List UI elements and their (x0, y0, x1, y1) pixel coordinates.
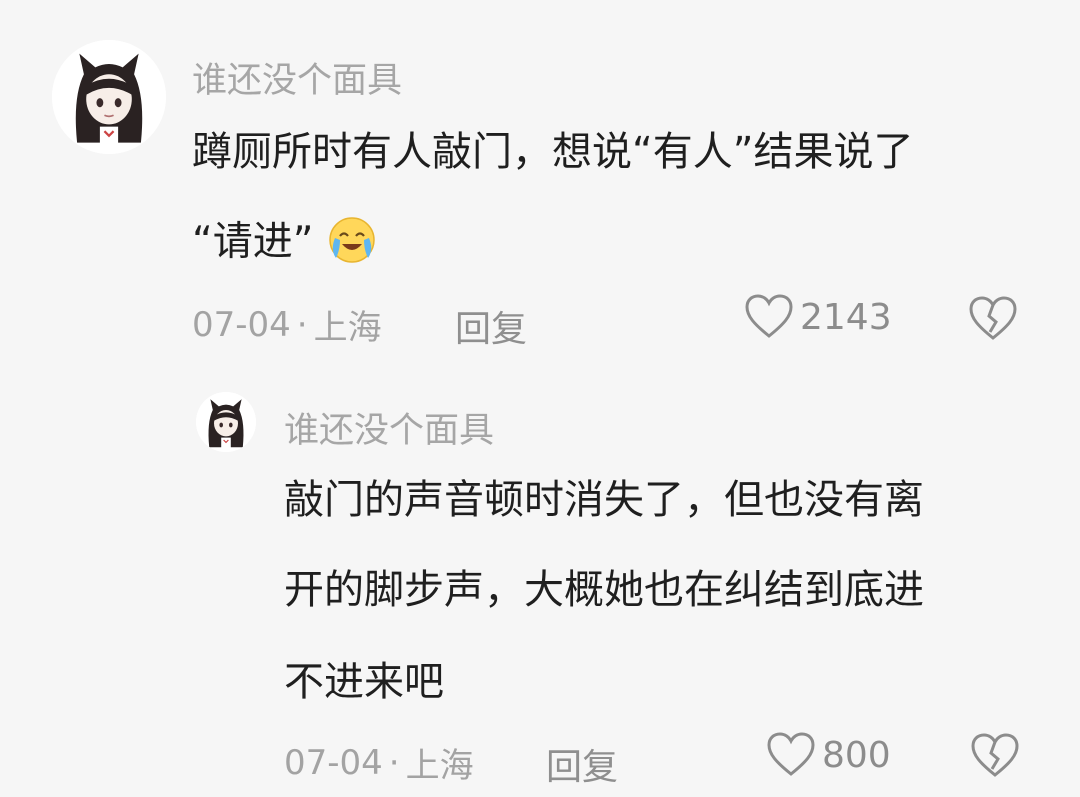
comment-date: 07-04 (192, 304, 291, 345)
comment-text-line-with-emoji: “请进” (192, 214, 378, 273)
avatar[interactable] (52, 40, 166, 154)
comment-location: 上海 (313, 308, 382, 348)
like-count: 2143 (800, 296, 892, 338)
comment-meta: 07-04 · 上海 (192, 300, 382, 349)
broken-heart-icon (969, 296, 1017, 340)
avatar-image (52, 40, 166, 154)
avatar[interactable] (196, 392, 256, 452)
reply-button[interactable]: 回复 (455, 300, 527, 352)
like-button[interactable]: 2143 (744, 294, 892, 340)
comment-username[interactable]: 谁还没个面具 (192, 52, 402, 103)
comment-text-line: 不进来吧 (284, 659, 444, 705)
like-count: 800 (822, 734, 891, 776)
comment-meta: 07-04 · 上海 (284, 738, 474, 787)
heart-outline-icon (767, 732, 815, 776)
broken-heart-icon (971, 733, 1019, 777)
like-button[interactable]: 800 (766, 732, 891, 778)
dislike-button[interactable] (970, 733, 1020, 779)
avatar-image (196, 392, 256, 452)
comment-text-line: “请进” (192, 218, 314, 265)
comment-text-line: 开的脚步声，大概她也在纠结到底进 (284, 567, 924, 613)
comment-location: 上海 (405, 746, 474, 786)
comment-text-line: 蹲厕所时有人敲门，想说“有人”结果说了 (192, 129, 914, 175)
meta-separator: · (388, 742, 400, 783)
meta-separator: · (296, 304, 308, 345)
crying-laughing-emoji-icon (326, 214, 378, 273)
comment-date: 07-04 (284, 742, 383, 783)
comment-username[interactable]: 谁还没个面具 (284, 402, 494, 453)
comment-text-line: 敲门的声音顿时消失了，但也没有离 (284, 477, 924, 523)
dislike-button[interactable] (968, 296, 1018, 342)
comment-thread: 谁还没个面具 蹲厕所时有人敲门，想说“有人”结果说了 “请进” 07-04 · … (0, 0, 1080, 797)
reply-button[interactable]: 回复 (546, 738, 618, 790)
heart-outline-icon (745, 294, 793, 338)
